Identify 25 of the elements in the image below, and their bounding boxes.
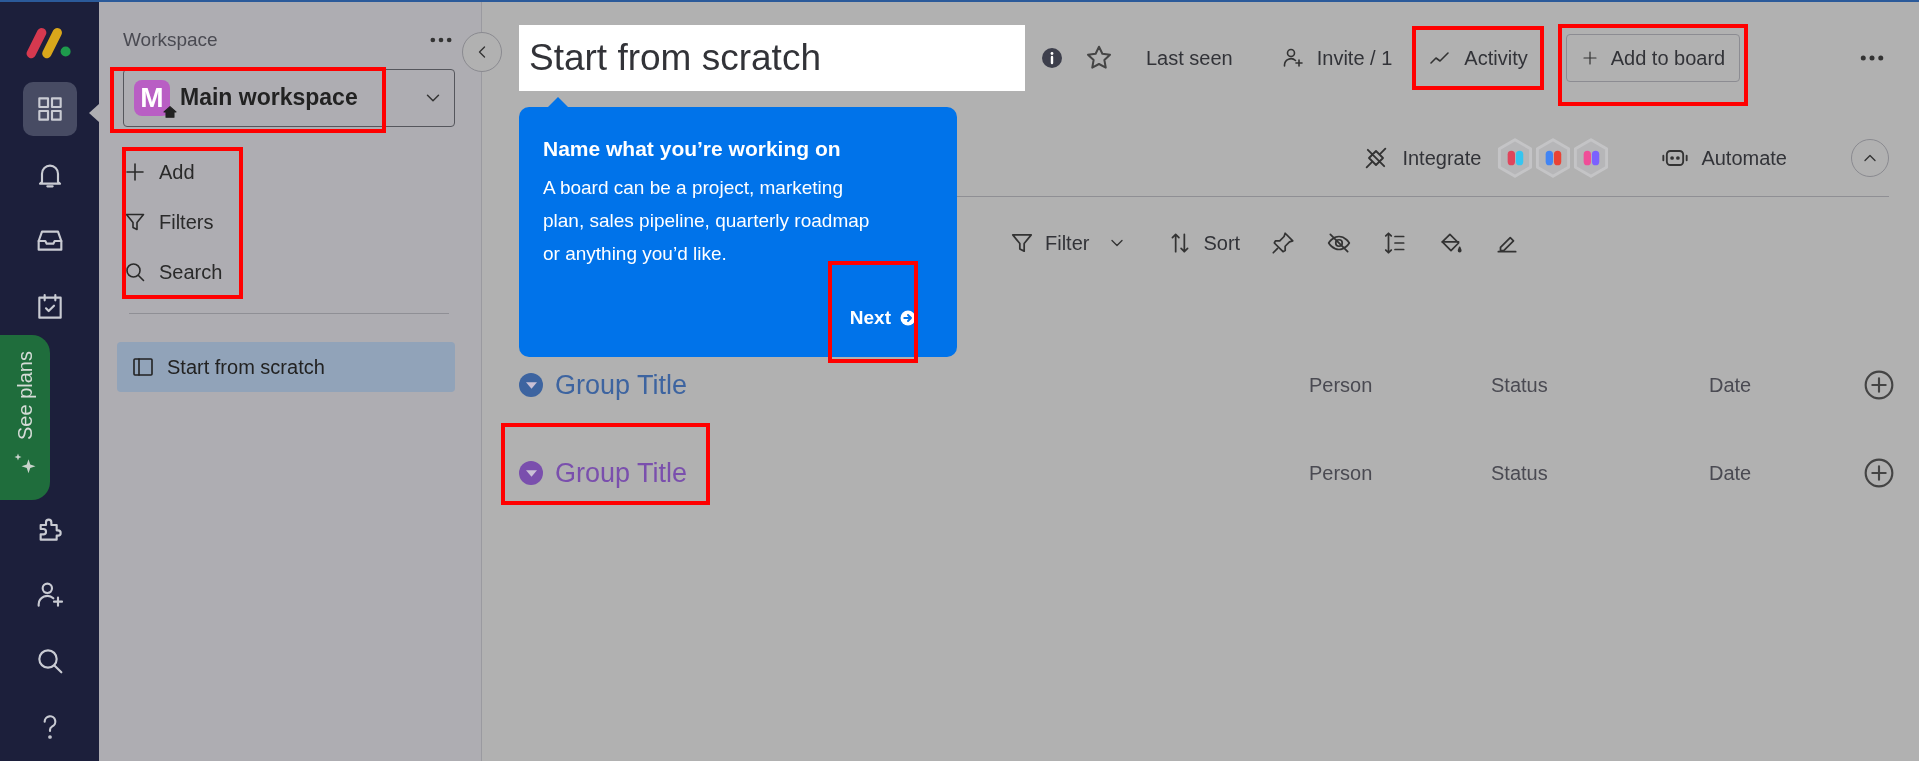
column-header: Person (1309, 373, 1374, 398)
column-header: Date (1709, 461, 1753, 486)
tooltip-text: A board can be a project, marketing plan, sales pipeline, quarterly roadmap or anything you’d like. (543, 175, 871, 266)
tooltip-title: Name what you’re working on (543, 136, 842, 162)
sidebar-action[interactable]: Search (123, 250, 233, 293)
workspace-name: Main workspace (180, 83, 359, 113)
workspace-selector[interactable]: M Main workspace (123, 68, 455, 127)
sidebar-heading: Workspace (123, 28, 218, 52)
sidebar-action[interactable]: Filters (123, 200, 233, 243)
next-button[interactable]: Next (849, 303, 917, 332)
add-to-board-button[interactable]: Add to board (1565, 34, 1741, 82)
column-header: Status (1491, 373, 1549, 398)
column-header: Status (1491, 461, 1549, 486)
toolbar-button[interactable]: Sort (1167, 228, 1241, 258)
column-header: Date (1709, 373, 1753, 398)
header-button[interactable]: Invite / 1 (1280, 34, 1393, 82)
column-header: Person (1309, 461, 1374, 486)
sidebar-action[interactable]: Add (123, 150, 233, 193)
toolbar-button[interactable]: Filter (1009, 228, 1128, 258)
see-plans-tab[interactable]: See plans (0, 335, 50, 500)
board-item[interactable]: Start from scratch (117, 341, 455, 392)
header-button[interactable]: Last seen (1146, 34, 1233, 82)
integrate-button[interactable]: Integrate (1362, 142, 1482, 173)
board-title-field[interactable]: Start from scratch (519, 25, 1025, 91)
automate-button[interactable]: Automate (1661, 142, 1787, 173)
